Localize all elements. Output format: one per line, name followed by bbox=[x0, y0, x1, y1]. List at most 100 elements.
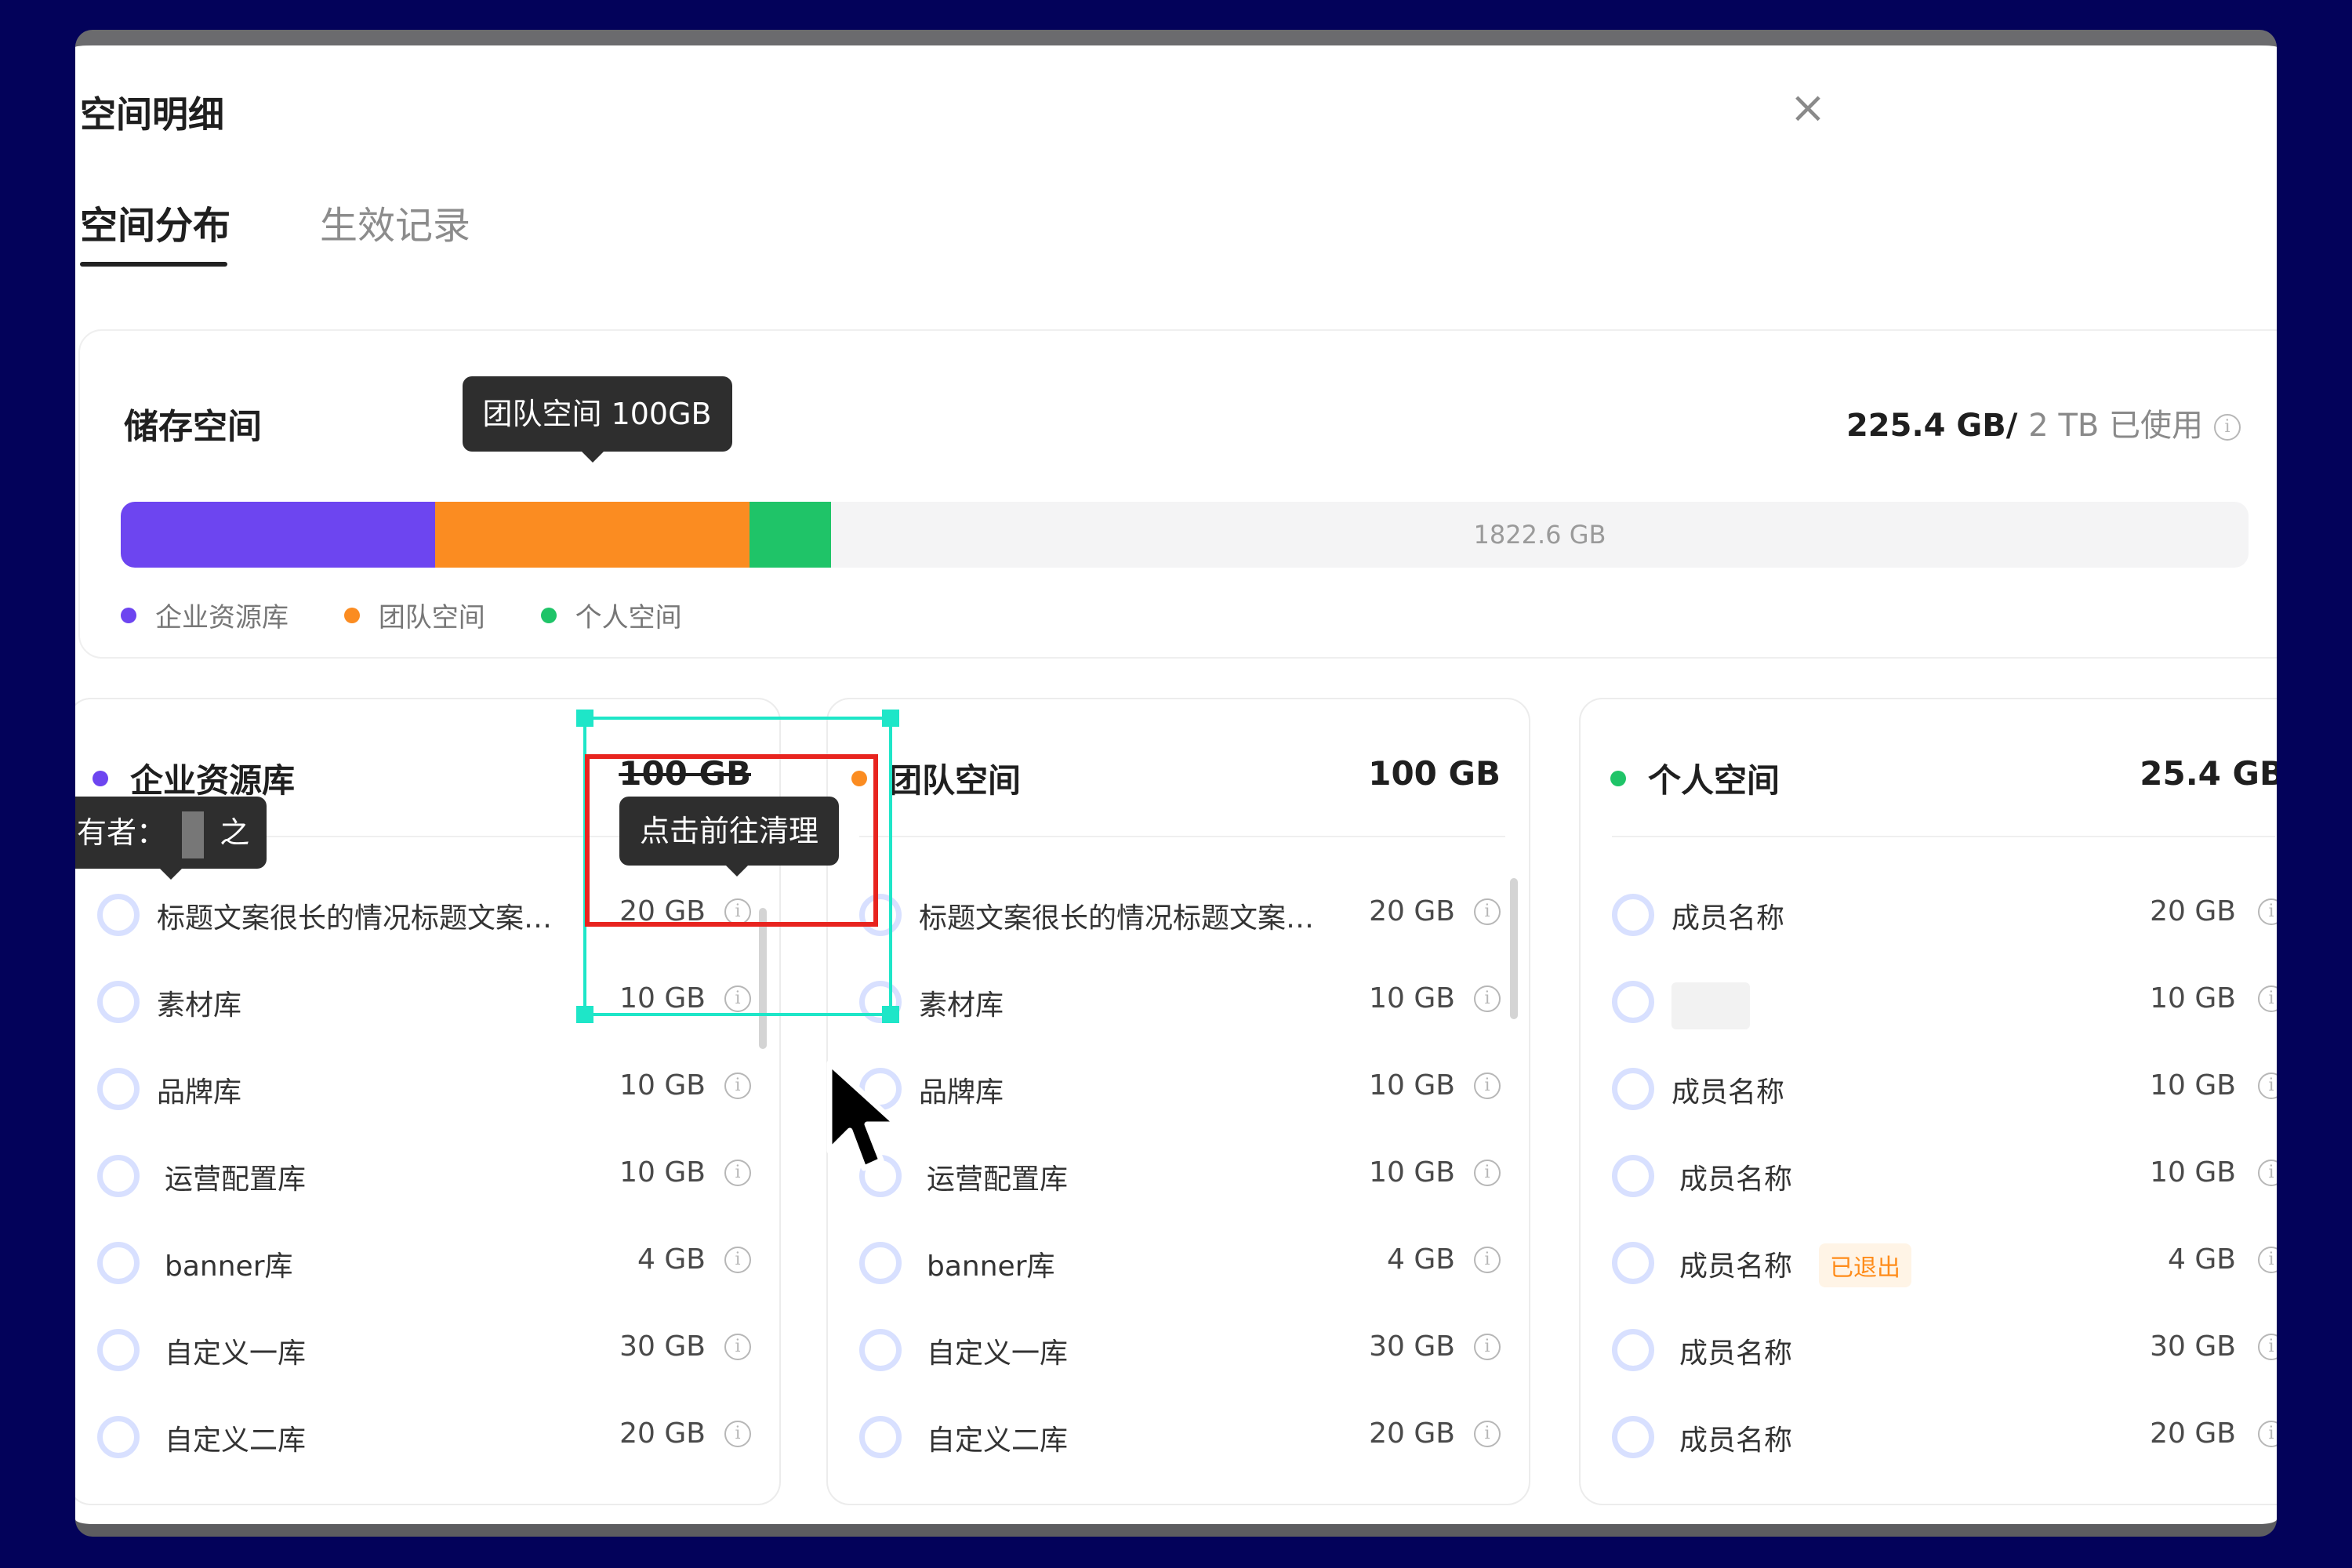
info-icon[interactable]: i bbox=[724, 1334, 751, 1360]
item-name-text: banner库 bbox=[927, 1250, 1055, 1283]
bar-segment-personal[interactable] bbox=[750, 502, 831, 568]
list-item[interactable]: 品牌库 10 GB i bbox=[828, 1060, 1529, 1115]
storage-title: 储存空间 bbox=[124, 407, 262, 447]
avatar-icon bbox=[97, 1416, 140, 1458]
list-item-size: 20 GB bbox=[1369, 895, 1455, 927]
card-title: 个人空间 bbox=[1610, 754, 1780, 802]
list-item-name: 成员名称 bbox=[1671, 895, 1784, 936]
info-icon[interactable]: i bbox=[2258, 1334, 2277, 1360]
info-icon[interactable]: i bbox=[1474, 1073, 1501, 1099]
list-item[interactable]: 自定义二库 20 GB i bbox=[828, 1408, 1529, 1463]
list-item[interactable]: 自定义一库 30 GB i bbox=[75, 1321, 779, 1376]
list-item[interactable]: 成员名称 20 GB i bbox=[1581, 1408, 2277, 1463]
list-item[interactable]: banner库 4 GB i bbox=[828, 1234, 1529, 1289]
item-name-text: 品牌库 bbox=[919, 1076, 1004, 1109]
info-icon[interactable]: i bbox=[2258, 1421, 2277, 1447]
list-item-size: 20 GB bbox=[2150, 1417, 2236, 1450]
legend-item-enterprise: 企业资源库 bbox=[121, 596, 289, 634]
list-item-size: 10 GB bbox=[2150, 982, 2236, 1014]
list-item-size: 4 GB bbox=[1387, 1243, 1455, 1276]
card-title: 企业资源库 bbox=[93, 754, 295, 802]
list-item[interactable]: banner库 4 GB i bbox=[75, 1234, 779, 1289]
card-header: 团队空间 100 GB bbox=[828, 754, 1529, 809]
legend-item-team: 团队空间 bbox=[343, 596, 485, 634]
info-icon[interactable]: i bbox=[1474, 1334, 1501, 1360]
bar-segment-enterprise[interactable] bbox=[121, 502, 437, 568]
info-icon[interactable]: i bbox=[724, 1073, 751, 1099]
info-icon[interactable]: i bbox=[2258, 1247, 2277, 1273]
info-icon[interactable]: i bbox=[1474, 985, 1501, 1012]
info-icon[interactable]: i bbox=[724, 1160, 751, 1186]
list-item[interactable]: 标题文案很长的情况标题文案… 20 GB i bbox=[828, 886, 1529, 941]
list-item-name: 自定义二库 bbox=[165, 1417, 306, 1458]
list-item-size: 10 GB bbox=[1369, 1069, 1455, 1102]
list-item[interactable]: 品牌库 10 GB i bbox=[75, 1060, 779, 1115]
bar-hover-tooltip: 团队空间 100GB bbox=[462, 376, 732, 463]
list-item[interactable]: 成员名称 20 GB i bbox=[1581, 886, 2277, 941]
list-item[interactable]: 素材库 10 GB i bbox=[828, 973, 1529, 1028]
list-item[interactable]: 运营配置库 10 GB i bbox=[75, 1147, 779, 1202]
avatar-icon bbox=[1612, 1329, 1654, 1371]
info-icon[interactable]: i bbox=[2258, 1160, 2277, 1186]
owner-tooltip-text: 有者： bbox=[77, 815, 167, 850]
list-item[interactable]: 运营配置库 10 GB i bbox=[828, 1147, 1529, 1202]
list-item-name: 自定义一库 bbox=[165, 1330, 306, 1371]
legend-label: 企业资源库 bbox=[155, 602, 289, 633]
item-name-text: 品牌库 bbox=[157, 1076, 242, 1109]
item-name-text: banner库 bbox=[165, 1250, 293, 1283]
list-item-name: 素材库 bbox=[919, 982, 1004, 1023]
space-detail-dialog: 空间明细 × 空间分布 生效记录 储存空间 225.4 GB/ 2 TB 已使用… bbox=[75, 30, 2277, 1537]
info-icon[interactable]: i bbox=[1474, 1421, 1501, 1447]
info-icon[interactable]: i bbox=[2258, 1073, 2277, 1099]
item-name-text: 运营配置库 bbox=[165, 1163, 307, 1196]
info-icon[interactable]: i bbox=[1474, 1247, 1501, 1273]
card-title-text: 个人空间 bbox=[1648, 761, 1780, 800]
card-total: 25.4 GB bbox=[2140, 754, 2277, 793]
list-item[interactable]: 自定义一库 30 GB i bbox=[828, 1321, 1529, 1376]
item-name-text: 成员名称 bbox=[1679, 1425, 1793, 1457]
list-item-size: 10 GB bbox=[619, 1069, 706, 1102]
bar-segment-team[interactable] bbox=[435, 502, 752, 568]
item-name-text: 自定义一库 bbox=[165, 1338, 307, 1370]
list-item[interactable]: 成员名称 10 GB i bbox=[1581, 1060, 2277, 1115]
scrollbar[interactable] bbox=[1510, 878, 1518, 1019]
avatar-icon bbox=[1612, 1155, 1654, 1197]
list-item[interactable]: 成员名称 10 GB i bbox=[1581, 1147, 2277, 1202]
info-icon[interactable]: i bbox=[2258, 898, 2277, 925]
info-icon[interactable]: i bbox=[2258, 985, 2277, 1012]
info-icon[interactable]: i bbox=[1474, 1160, 1501, 1186]
list-item[interactable]: 10 GB i bbox=[1581, 973, 2277, 1029]
storage-legend: 企业资源库 团队空间 个人空间 bbox=[121, 596, 729, 634]
tab-effective-records[interactable]: 生效记录 bbox=[320, 194, 470, 249]
card-divider bbox=[1612, 836, 2275, 837]
list-item[interactable]: 成员名称 已退出 4 GB i bbox=[1581, 1234, 2277, 1289]
info-icon[interactable]: i bbox=[2214, 414, 2241, 441]
list-item[interactable]: 自定义二库 20 GB i bbox=[75, 1408, 779, 1463]
resize-handle[interactable] bbox=[576, 1006, 593, 1023]
list-item-name: 成员名称 bbox=[1671, 1069, 1784, 1110]
info-icon[interactable]: i bbox=[724, 1247, 751, 1273]
list-item[interactable]: 成员名称 30 GB i bbox=[1581, 1321, 2277, 1376]
legend-dot bbox=[121, 607, 136, 623]
storage-usage-bar: 1822.6 GB bbox=[121, 502, 2249, 568]
list-item-size: 30 GB bbox=[619, 1330, 706, 1363]
item-name-text: 成员名称 bbox=[1679, 1163, 1793, 1196]
list-item-size: 4 GB bbox=[2168, 1243, 2236, 1276]
list-item-size: 10 GB bbox=[619, 1156, 706, 1189]
list-item-name: 成员名称 bbox=[1679, 1417, 1792, 1458]
list-item-name: 标题文案很长的情况标题文案… bbox=[157, 895, 552, 936]
tab-active-underline bbox=[80, 262, 227, 267]
resize-handle[interactable] bbox=[882, 710, 899, 727]
list-item-name bbox=[1671, 982, 1750, 1029]
list-item-size: 20 GB bbox=[1369, 1417, 1455, 1450]
resize-handle[interactable] bbox=[576, 710, 593, 727]
close-icon[interactable]: × bbox=[1784, 85, 1831, 132]
item-name-text: 运营配置库 bbox=[927, 1163, 1069, 1196]
info-icon[interactable]: i bbox=[724, 1421, 751, 1447]
legend-dot bbox=[540, 607, 557, 623]
card-dot bbox=[93, 770, 108, 786]
card-title-text: 团队空间 bbox=[889, 761, 1022, 800]
resize-handle[interactable] bbox=[882, 1006, 899, 1023]
tab-space-distribution[interactable]: 空间分布 bbox=[80, 194, 230, 249]
info-icon[interactable]: i bbox=[1474, 898, 1501, 925]
